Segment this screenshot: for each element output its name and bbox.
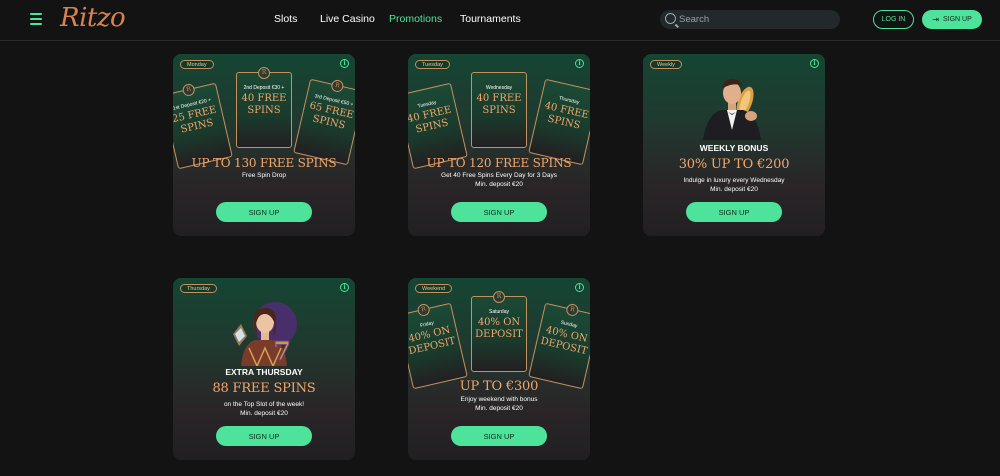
promo-card-monday: Monday i R 1st Deposit €20 + 25 FREE SPI… [173,54,355,236]
promo-line: Min. deposit €20 [240,410,288,417]
promo-line: Get 40 Free Spins Every Day for 3 Days [441,172,557,179]
mini-card: R Friday 40% ON DEPOSIT [408,302,468,390]
login-arrow-icon: ⇥ [932,15,939,24]
ritzo-medal-icon: R [493,291,505,303]
mini-card: R Sunday 40% ON DEPOSIT [528,302,590,390]
signup-button[interactable]: SIGN UP [216,202,312,222]
promo-line: on the Top Slot of the week! [223,401,305,408]
promo-line: Free Spin Drop [241,172,287,179]
signup-button[interactable]: SIGN UP [451,202,547,222]
promo-title: UP TO €300 [459,379,539,394]
signup-button[interactable]: SIGN UP [451,426,547,446]
nav-promotions[interactable]: Promotions [389,13,442,25]
signup-button[interactable]: ⇥ SIGN UP [922,10,982,29]
mini-card-day: Wednesday [485,85,513,91]
promo-line: Indulge in luxury every Wednesday [683,177,785,184]
card-tag: Tuesday [415,60,450,69]
signup-button[interactable]: SIGN UP [216,426,312,446]
croupier-illustration [703,79,761,140]
menu-icon[interactable] [30,13,42,25]
mini-card-value: 40% ON DEPOSIT [475,317,523,340]
login-button[interactable]: LOG IN [873,10,914,29]
signup-button-label: SIGN UP [942,16,972,23]
promo-title: 88 FREE SPINS [212,381,316,396]
ritzo-medal-icon: R [416,302,431,318]
ritzo-medal-icon: R [330,78,345,94]
info-icon[interactable]: i [575,283,584,292]
mini-card-day: Saturday [488,309,509,315]
info-icon[interactable]: i [340,283,349,292]
svg-text:7: 7 [273,337,291,366]
mini-card: Thursday 40 FREE SPINS [528,78,590,166]
promo-card-thursday: Thursday i 7 EXTRA THURSDAY 88 FREE SPIN… [173,278,355,460]
info-icon[interactable]: i [810,59,819,68]
promo-heading: EXTRA THURSDAY [225,367,303,377]
nav-live-casino[interactable]: Live Casino [320,13,375,25]
promo-card-tuesday: Tuesday i Tuesday 40 FREE SPINS Wednesda… [408,54,590,236]
promo-title: 30% UP TO €200 [678,157,790,172]
mini-card: Wednesday 40 FREE SPINS [471,72,527,148]
mini-card: R 2nd Deposit €30 + 40 FREE SPINS [236,67,292,148]
ritzo-medal-icon: R [565,302,580,318]
mini-card: R Saturday 40% ON DEPOSIT [471,291,527,372]
promo-title: UP TO 130 FREE SPINS [191,156,337,170]
nav-tournaments[interactable]: Tournaments [460,13,521,25]
promo-heading: WEEKLY BONUS [699,143,769,153]
promo-line: Min. deposit €20 [710,186,758,193]
site-logo[interactable]: Ritzo [60,3,126,33]
lady-slot-illustration: 7 [233,302,297,366]
promo-line: Min. deposit €20 [475,181,523,188]
ritzo-medal-icon: R [258,67,270,79]
nav-slots[interactable]: Slots [274,13,297,25]
promo-title: UP TO 120 FREE SPINS [426,156,572,170]
ritzo-medal-icon: R [181,82,196,98]
search-bar [660,10,840,29]
card-tag: Weekend [415,284,453,293]
info-icon[interactable]: i [340,59,349,68]
mini-card: R 3rd Deposit €50 + 65 FREE SPINS [293,78,355,166]
signup-button[interactable]: SIGN UP [686,202,782,222]
card-tag: Monday [180,60,214,69]
top-header: Ritzo Slots Live Casino Promotions Tourn… [0,0,1000,41]
mini-card-value: 40 FREE SPINS [241,93,287,116]
search-input[interactable] [679,10,834,29]
mini-card-day: 2nd Deposit €30 + [243,85,285,91]
promo-line: Min. deposit €20 [475,405,523,412]
promo-line: Enjoy weekend with bonus [460,396,538,403]
promo-card-weekly: Weekly i WEEKLY BONUS 30% UP TO €200 Ind… [643,54,825,236]
search-icon [665,13,676,24]
card-tag: Thursday [180,284,217,293]
card-tag: Weekly [650,60,682,69]
info-icon[interactable]: i [575,59,584,68]
mini-card-value: 40 FREE SPINS [476,93,522,116]
promo-card-weekend: Weekend i R Friday 40% ON DEPOSIT R Satu… [408,278,590,460]
